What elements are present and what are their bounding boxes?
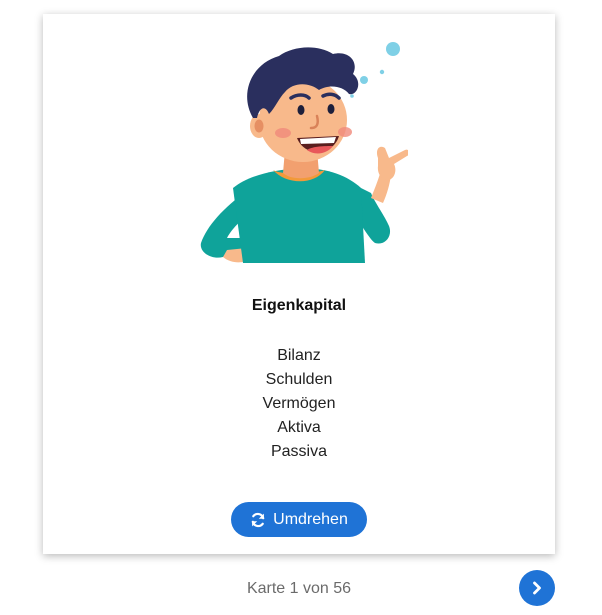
- next-card-button[interactable]: [519, 570, 555, 606]
- chevron-right-icon: [533, 581, 541, 595]
- flashcard: Eigenkapital Bilanz Schulden Vermögen Ak…: [43, 14, 555, 554]
- term-item: Aktiva: [277, 419, 321, 436]
- flip-button-label: Umdrehen: [273, 510, 348, 528]
- refresh-icon: [251, 512, 265, 527]
- flashcard-page: Eigenkapital Bilanz Schulden Vermögen Ak…: [0, 0, 602, 615]
- card-title: Eigenkapital: [251, 297, 347, 314]
- term-item: Passiva: [270, 443, 328, 460]
- term-list: Bilanz Schulden Vermögen Aktiva Passiva: [43, 344, 555, 464]
- boy-illustration: [200, 42, 408, 263]
- term-item: Vermögen: [262, 395, 336, 412]
- flip-card-button[interactable]: Umdrehen: [231, 502, 367, 537]
- term-item: Bilanz: [277, 347, 321, 364]
- card-counter: Karte 1 von 56: [246, 580, 352, 597]
- term-item: Schulden: [265, 371, 333, 388]
